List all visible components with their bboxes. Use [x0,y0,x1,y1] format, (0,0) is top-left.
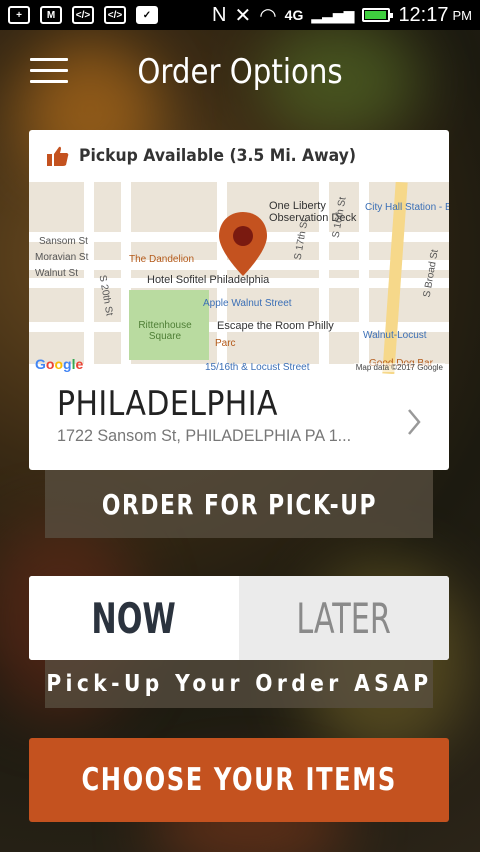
location-selector[interactable]: PHILADELPHIA 1722 Sansom St, PHILADELPHI… [29,374,449,470]
pickup-available-label: Pickup Available (3.5 Mi. Away) [79,146,357,166]
timing-toggle: NOW LATER [29,576,449,660]
mute-icon: ✕ [234,4,252,27]
clock-ampm: PM [452,7,473,23]
map-label: City Hall Station - BS [365,202,449,213]
order-type-button[interactable]: ORDER FOR PICK-UP [45,470,433,538]
wifi-icon: ◠ [259,4,277,27]
chevron-right-icon [408,409,421,435]
map-label: Rittenhouse Square [138,320,192,342]
timing-note-banner: Pick-Up Your Order ASAP [45,660,433,708]
map-label: Escape the Room Philly [217,320,334,332]
map-label: Walnut-Locust [363,330,427,341]
map-attribution: Map data ©2017 Google [353,363,445,372]
now-label: NOW [91,593,177,643]
location-card: Pickup Available (3.5 Mi. Away) Sansom S… [29,130,449,470]
thumbs-up-icon [47,146,69,166]
check-icon: ✓ [136,6,158,24]
page-title: Order Options [137,52,343,92]
map-pin-icon [219,212,267,276]
network-type: 4G [284,7,304,23]
order-type-label: ORDER FOR PICK-UP [101,487,377,521]
clock: 12:17 [398,3,449,26]
map-view[interactable]: Sansom St Moravian St Walnut St S 20th S… [29,182,449,374]
choose-items-button[interactable]: CHOOSE YOUR ITEMS [29,738,449,822]
add-notification-icon: + [8,6,30,24]
battery-icon [362,8,394,22]
location-name: PHILADELPHIA [57,384,278,424]
map-label: S Broad St [421,248,441,299]
map-label: Moravian St [35,252,89,263]
later-label: LATER [296,593,392,643]
nfc-icon: N [212,3,227,26]
code-icon: </> [72,6,94,24]
status-bar: + M </> </> ✓ N ✕ ◠ 4G ▂▃▅▆ 12:17 PM [0,0,480,30]
map-label: Parc [215,338,236,349]
map-label: The Dandelion [129,254,195,265]
code-icon: </> [104,6,126,24]
timing-note: Pick-Up Your Order ASAP [45,671,433,697]
choose-items-label: CHOOSE YOUR ITEMS [81,762,397,798]
map-label: Sansom St [39,236,88,247]
map-label: 15/16th & Locust Street [205,362,310,373]
map-label: Apple Walnut Street [203,298,292,309]
battery-fill [365,11,386,19]
location-address: 1722 Sansom St, PHILADELPHIA PA 1... [57,426,352,445]
signal-icon: ▂▃▅▆ [311,6,355,23]
pickup-availability: Pickup Available (3.5 Mi. Away) [29,130,449,182]
app-header: Order Options [0,30,480,116]
gmail-icon: M [40,6,62,24]
map-label: Walnut St [35,268,78,279]
google-logo: Google [35,356,84,372]
later-option[interactable]: LATER [239,576,449,660]
now-option[interactable]: NOW [29,576,239,660]
